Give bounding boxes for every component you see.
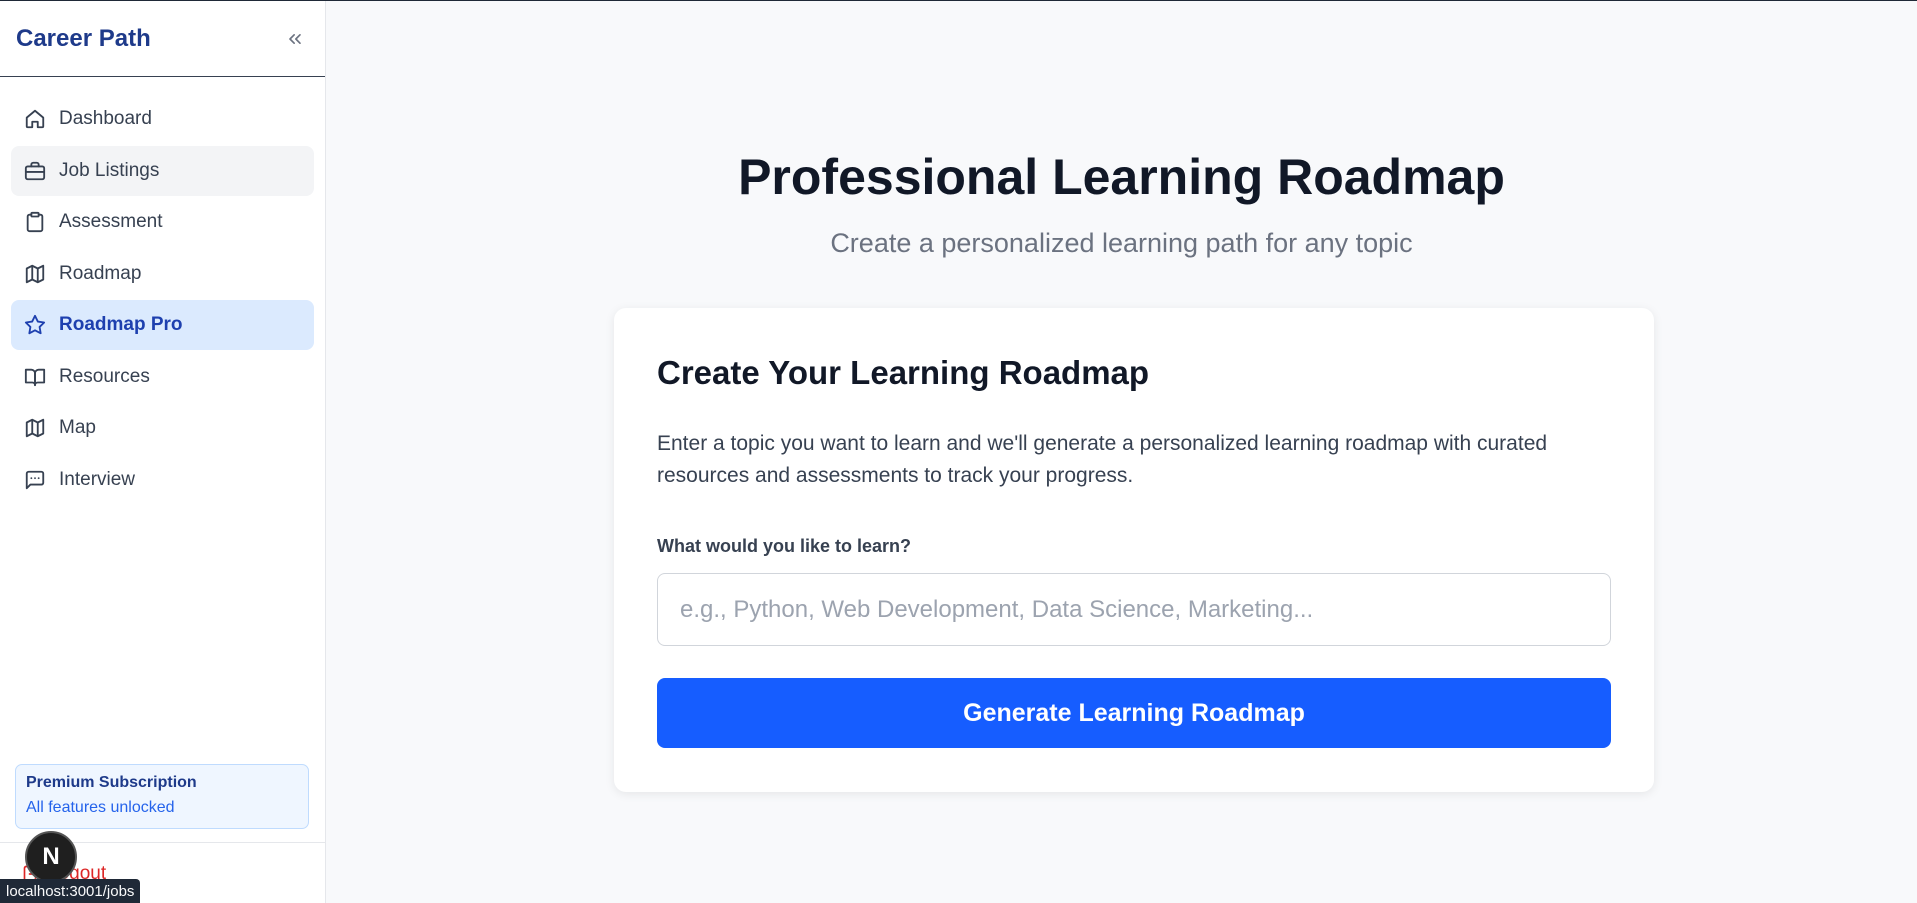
sidebar-item-label: Dashboard [59, 108, 152, 129]
clipboard-icon [23, 210, 47, 234]
sidebar-item-label: Map [59, 417, 96, 438]
topic-field-label: What would you like to learn? [657, 536, 912, 556]
sidebar-item-dashboard[interactable]: Dashboard [11, 94, 314, 144]
brand-title[interactable]: Career Path [16, 25, 151, 53]
main-content: Professional Learning Roadmap Create a p… [326, 1, 1917, 903]
sidebar-item-label: Resources [59, 365, 150, 387]
sidebar-item-label: Interview [59, 468, 136, 490]
sidebar-item-resources[interactable]: Resources [11, 352, 314, 402]
sidebar-nav: Dashboard Job Listings Assessment Roadma… [0, 77, 325, 505]
page-subtitle: Create a personalized learning path for … [830, 228, 1413, 258]
generate-roadmap-button[interactable]: Generate Learning Roadmap [657, 678, 1611, 748]
topic-input[interactable] [657, 573, 1611, 646]
sidebar-item-label: Roadmap [59, 262, 142, 284]
card-description: Enter a topic you want to learn and we'l… [657, 432, 1548, 487]
star-icon [23, 313, 47, 337]
page-title: Professional Learning Roadmap [738, 149, 1505, 205]
sidebar-item-label: Roadmap Pro [59, 314, 183, 335]
sidebar-item-interview[interactable]: Interview [11, 455, 314, 505]
chevrons-left-icon [289, 33, 301, 44]
sidebar-item-label: Job Listings [59, 159, 160, 181]
premium-subtitle: All features unlocked [26, 799, 175, 816]
sidebar-header: Career Path [0, 1, 325, 77]
sidebar-item-roadmap[interactable]: Roadmap [11, 249, 314, 299]
collapse-sidebar-button[interactable] [281, 25, 309, 53]
sidebar-item-label: Assessment [59, 211, 163, 232]
map-icon [23, 416, 47, 440]
message-square-icon [23, 468, 47, 492]
card-title: Create Your Learning Roadmap [657, 354, 1150, 391]
briefcase-icon [23, 159, 47, 183]
book-open-icon [23, 365, 47, 389]
sidebar: Career Path Dashboard Job Listings Asses… [0, 1, 326, 903]
map-icon [23, 262, 47, 286]
premium-title: Premium Subscription [26, 774, 197, 791]
roadmap-form-card: Create Your Learning Roadmap Enter a top… [614, 308, 1654, 792]
home-icon [23, 107, 47, 131]
premium-subscription-badge: Premium Subscription All features unlock… [15, 764, 309, 829]
sidebar-item-job-listings[interactable]: Job Listings [11, 145, 314, 196]
status-bar-url: localhost:3001/jobs [0, 879, 141, 903]
sidebar-item-roadmap-pro[interactable]: Roadmap Pro [11, 300, 314, 350]
sidebar-item-assessment[interactable]: Assessment [11, 197, 314, 247]
next-dev-indicator[interactable]: N [25, 831, 77, 883]
sidebar-item-map[interactable]: Map [11, 403, 314, 453]
